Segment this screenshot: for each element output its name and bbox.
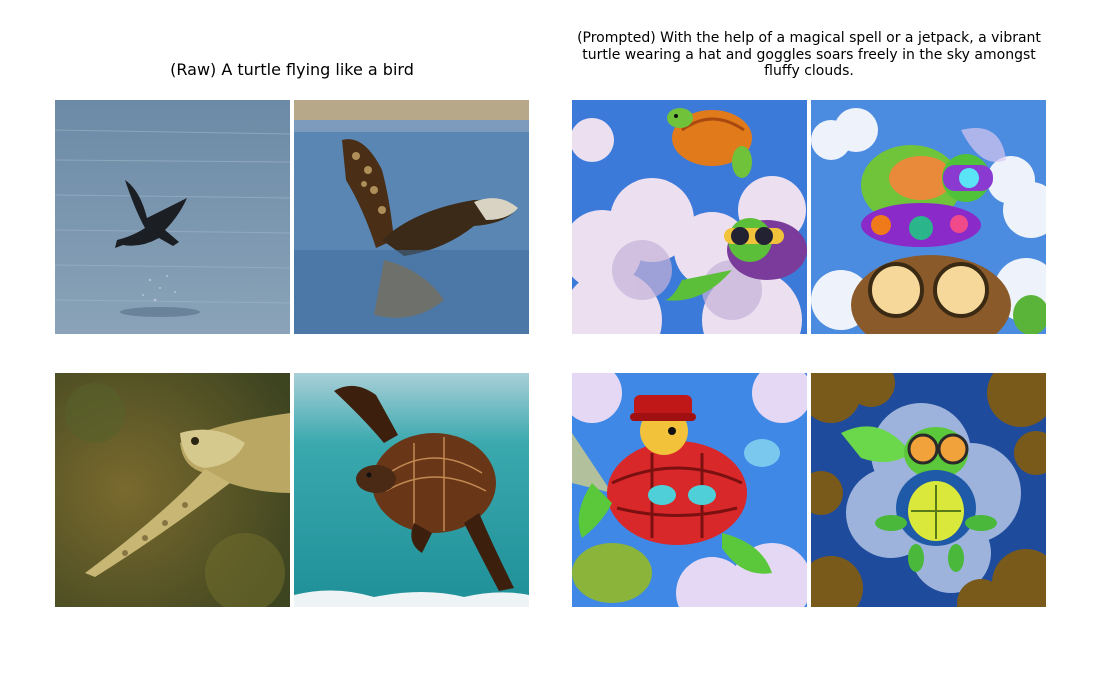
raw-image-1 [55, 100, 290, 334]
prompted-image-3 [572, 373, 807, 607]
sea-turtle-gliding-photo-icon [55, 373, 290, 607]
prompted-image-2 [811, 100, 1046, 334]
bird-over-water-photo-icon [55, 100, 290, 334]
cartoon-turtles-in-clouds-illustration-icon [572, 100, 807, 334]
sea-turtle-swimming-ocean-photo-icon [294, 373, 529, 607]
prompted-image-4 [811, 373, 1046, 607]
raw-panel-title: (Raw) A turtle flying like a bird [170, 60, 414, 79]
cartoon-turtle-with-goggles-illustration-icon [811, 100, 1046, 334]
sea-turtle-flipper-raised-photo-icon [294, 100, 529, 334]
cartoon-turtle-with-red-hat-illustration-icon [572, 373, 807, 607]
raw-image-2 [294, 100, 529, 334]
prompted-image-1 [572, 100, 807, 334]
raw-image-3 [55, 373, 290, 607]
cartoon-turtle-flying-goggles-illustration-icon [811, 373, 1046, 607]
raw-image-4 [294, 373, 529, 607]
prompted-panel-title: (Prompted) With the help of a magical sp… [577, 30, 1041, 79]
